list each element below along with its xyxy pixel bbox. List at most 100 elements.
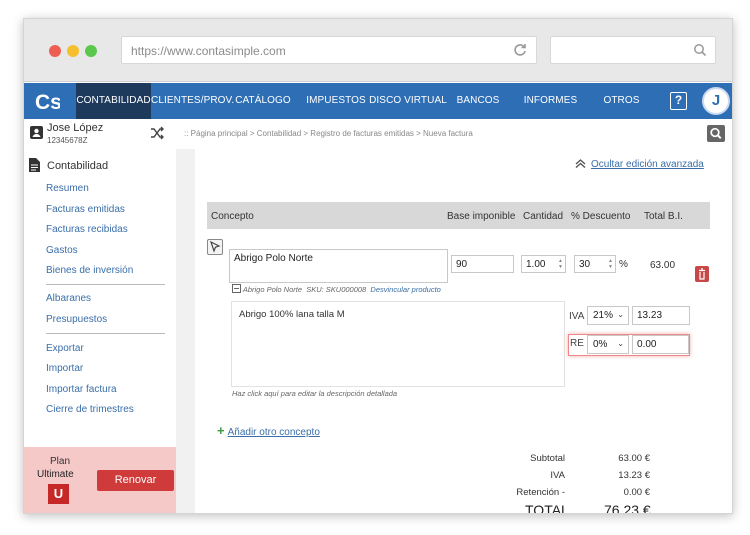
product-icon	[232, 284, 241, 293]
re-rate-value: 0%	[593, 339, 608, 350]
col-concepto: Concepto	[211, 211, 254, 222]
sidebar-item-bienes-inversion[interactable]: Bienes de inversión	[46, 265, 133, 276]
nav-disco-virtual[interactable]: DISCO VIRTUAL	[369, 83, 447, 119]
sidebar: Contabilidad Resumen Facturas emitidas F…	[24, 149, 176, 513]
subtotal-label: Subtotal	[530, 453, 565, 464]
add-concept-label: Añadir otro concepto	[227, 427, 320, 438]
plus-icon: +	[217, 423, 225, 438]
browser-search-input[interactable]	[550, 36, 716, 64]
concepts-table-header: Concepto Base imponible Cantidad % Descu…	[207, 202, 710, 229]
iva-amount-input[interactable]: 13.23	[632, 306, 690, 325]
col-base-imponible: Base imponible	[447, 211, 516, 222]
trash-icon	[699, 268, 705, 280]
nav-impuestos[interactable]: IMPUESTOS	[302, 83, 370, 119]
document-icon	[29, 158, 40, 172]
user-info: Jose López 12345678Z	[24, 119, 176, 148]
user-name: Jose López	[47, 122, 104, 134]
minimize-window-button[interactable]	[67, 45, 79, 57]
col-descuento: % Descuento	[571, 211, 631, 222]
description-textarea[interactable]: Abrigo 100% lana talla M	[231, 301, 565, 387]
col-total-bi: Total B.I.	[644, 211, 683, 222]
breadcrumb-bar: :: Página principal > Contabilidad > Reg…	[176, 119, 732, 148]
reload-icon[interactable]	[512, 42, 528, 58]
re-amount-input[interactable]: 0.00	[632, 335, 689, 354]
iva-rate-value: 21%	[593, 310, 614, 321]
sidebar-item-resumen[interactable]: Resumen	[46, 183, 89, 194]
iva-rate-select[interactable]: 21% ⌄	[587, 306, 629, 325]
advanced-edit-label: Ocultar edición avanzada	[591, 159, 704, 170]
search-icon	[694, 44, 707, 57]
sidebar-section-title: Contabilidad	[47, 160, 109, 172]
product-link-info: Abrigo Polo Norte SKU: SKU000008 Desvinc…	[232, 284, 441, 294]
help-icon[interactable]: ?	[670, 92, 687, 110]
product-name: Abrigo Polo Norte	[242, 285, 303, 294]
user-avatar[interactable]: J	[702, 87, 730, 115]
plan-label: Plan	[50, 456, 71, 467]
sidebar-item-importar-factura[interactable]: Importar factura	[46, 384, 117, 395]
nav-informes[interactable]: INFORMES	[518, 83, 583, 119]
iva-total-label: IVA	[550, 470, 565, 481]
renew-button[interactable]: Renovar	[97, 470, 174, 491]
stepper-arrows-icon[interactable]: ▲ ▼	[608, 258, 613, 270]
advanced-edit-toggle[interactable]: Ocultar edición avanzada	[575, 159, 704, 170]
retention-value: 0.00 €	[623, 487, 650, 498]
ultimate-logo: U	[48, 484, 69, 504]
breadcrumb[interactable]: :: Página principal > Contabilidad > Reg…	[184, 129, 473, 138]
nav-clientes-prov[interactable]: CLIENTES/PROV.	[151, 83, 234, 119]
cursor-icon	[209, 240, 221, 253]
user-tax-id: 12345678Z	[47, 136, 88, 145]
unlink-product-link[interactable]: Desvincular producto	[370, 285, 440, 294]
nav-catalogo[interactable]: CATÁLOGO	[229, 83, 297, 119]
add-concept-button[interactable]: + Añadir otro concepto	[217, 423, 320, 438]
row-total-bi: 63.00	[650, 260, 676, 271]
sidebar-item-gastos[interactable]: Gastos	[46, 245, 78, 256]
sidebar-item-exportar[interactable]: Exportar	[46, 343, 84, 354]
nav-contabilidad[interactable]: CONTABILIDAD	[76, 83, 151, 119]
search-icon	[710, 127, 722, 140]
product-sku: SKU: SKU000008	[306, 285, 367, 294]
description-hint: Haz click aquí para editar la descripció…	[232, 389, 398, 398]
retention-label: Retención -	[516, 487, 565, 498]
base-input[interactable]: 90	[451, 255, 514, 273]
maximize-window-button[interactable]	[85, 45, 97, 57]
contasimple-logo[interactable]: Cs	[34, 88, 60, 114]
plan-name: Ultimate	[37, 469, 74, 480]
delete-row-button[interactable]	[695, 266, 709, 282]
sidebar-item-albaranes[interactable]: Albaranes	[46, 293, 91, 304]
percent-sign: %	[619, 259, 628, 270]
description-text: Abrigo 100% lana talla M	[239, 309, 345, 320]
sidebar-item-cierre-trimestres[interactable]: Cierre de trimestres	[46, 404, 134, 415]
re-rate-select[interactable]: 0% ⌄	[587, 335, 629, 354]
chevron-down-icon: ⌄	[617, 310, 624, 319]
sidebar-item-facturas-emitidas[interactable]: Facturas emitidas	[46, 204, 125, 215]
quantity-stepper[interactable]: 1.00 ▲ ▼	[521, 255, 566, 273]
total-label: TOTAL	[525, 502, 569, 514]
content-gutter	[176, 149, 195, 513]
discount-value: 30	[579, 259, 591, 270]
sidebar-divider	[46, 284, 165, 285]
url-text: https://www.contasimple.com	[131, 44, 286, 58]
re-label: RE	[570, 338, 584, 349]
stepper-arrows-icon[interactable]: ▲ ▼	[558, 258, 563, 270]
invoice-editor: Ocultar edición avanzada Concepto Base i…	[195, 149, 732, 514]
main-navbar: Cs CONTABILIDAD CLIENTES/PROV. CATÁLOGO …	[24, 83, 732, 119]
address-bar[interactable]: https://www.contasimple.com	[121, 36, 537, 64]
sidebar-item-presupuestos[interactable]: Presupuestos	[46, 314, 107, 325]
total-value: 76.23 €	[604, 502, 651, 514]
nav-bancos[interactable]: BANCOS	[448, 83, 508, 119]
sidebar-item-facturas-recibidas[interactable]: Facturas recibidas	[46, 224, 128, 235]
switch-company-icon[interactable]	[150, 126, 164, 140]
chevron-down-icon: ⌄	[617, 339, 624, 348]
concept-input[interactable]: Abrigo Polo Norte	[229, 249, 448, 283]
select-product-button[interactable]	[207, 239, 223, 255]
col-cantidad: Cantidad	[523, 211, 564, 222]
search-button[interactable]	[707, 125, 725, 142]
browser-toolbar: https://www.contasimple.com	[24, 19, 732, 82]
sidebar-item-importar[interactable]: Importar	[46, 363, 83, 374]
discount-stepper[interactable]: 30 ▲ ▼	[574, 255, 616, 273]
nav-otros[interactable]: OTROS	[594, 83, 649, 119]
chevron-up-icon	[575, 159, 586, 169]
plan-panel: Plan Ultimate U Renovar	[24, 447, 176, 513]
close-window-button[interactable]	[49, 45, 61, 57]
iva-total-value: 13.23 €	[618, 470, 650, 481]
